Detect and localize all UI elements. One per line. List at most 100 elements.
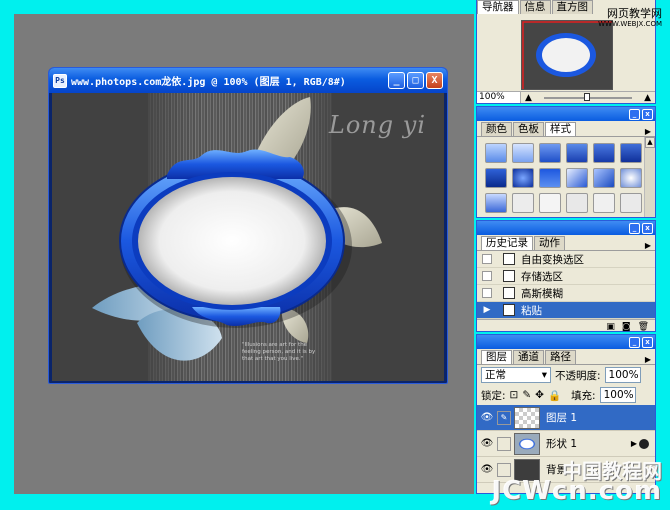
close-button[interactable]: X [426, 72, 443, 89]
document-titlebar[interactable]: Ps www.photops.com龙依.jpg @ 100% (图层 1, R… [49, 68, 447, 93]
blend-mode-select[interactable]: 正常 ▾ [481, 367, 551, 383]
document-window[interactable]: Ps www.photops.com龙依.jpg @ 100% (图层 1, R… [48, 67, 448, 384]
maximize-button[interactable]: □ [407, 72, 424, 89]
style-swatch[interactable] [593, 168, 615, 188]
tab-actions[interactable]: 动作 [534, 236, 565, 250]
history-item-label: 高斯模糊 [521, 287, 563, 300]
history-item[interactable]: 存储选区 [477, 268, 655, 285]
tab-channels[interactable]: 通道 [513, 350, 544, 364]
style-swatch[interactable] [485, 193, 507, 213]
minimize-button[interactable]: _ [388, 72, 405, 89]
style-swatch[interactable] [593, 143, 615, 163]
history-footer: ▣ ◙ 🗑 [477, 319, 655, 334]
style-swatch[interactable] [566, 143, 588, 163]
lock-brush-icon[interactable]: ✎ [522, 389, 531, 401]
new-document-icon[interactable]: ▣ [606, 322, 615, 332]
tab-styles[interactable]: 样式 [545, 122, 576, 136]
history-item-active[interactable]: ▶ 粘贴 [477, 302, 655, 319]
styles-tabs: 颜色 色板 样式 ▶ [477, 121, 655, 137]
opacity-input[interactable]: 100% [604, 367, 641, 383]
style-swatch[interactable] [539, 193, 561, 213]
tab-swatches[interactable]: 色板 [513, 122, 544, 136]
trash-icon[interactable]: 🗑 [638, 322, 649, 332]
style-swatch[interactable] [512, 168, 534, 188]
logo-text: Long yi [328, 111, 426, 139]
tab-paths[interactable]: 路径 [545, 350, 576, 364]
history-item[interactable]: 自由变换选区 [477, 251, 655, 268]
history-panel-header[interactable]: _ x [477, 221, 655, 235]
layer-row[interactable]: 👁 ✎ 图层 1 [477, 405, 655, 431]
snapshot-box[interactable] [482, 271, 492, 281]
brush-icon[interactable]: ✎ [497, 410, 511, 425]
layers-panel-header[interactable]: _ x [477, 335, 655, 349]
snapshot-box[interactable] [482, 288, 492, 298]
zoom-out-icon[interactable]: ▲ [525, 93, 532, 103]
style-swatch[interactable] [566, 193, 588, 213]
tab-info[interactable]: 信息 [519, 0, 551, 14]
new-snapshot-icon[interactable]: ◙ [622, 322, 631, 332]
blend-mode-value: 正常 [485, 369, 506, 381]
style-swatch[interactable] [539, 168, 561, 188]
eye-icon[interactable]: 👁 [477, 412, 497, 423]
zoom-value[interactable]: 100% [477, 92, 521, 103]
scroll-up-icon[interactable]: ▲ [645, 137, 655, 148]
style-swatch[interactable] [620, 193, 642, 213]
link-box[interactable] [497, 436, 511, 451]
styles-panel-header[interactable]: _ x [477, 107, 655, 121]
document-title: www.photops.com龙依.jpg @ 100% (图层 1, RGB/… [71, 77, 346, 88]
minimize-icon[interactable]: _ [629, 108, 640, 120]
style-swatch[interactable] [485, 143, 507, 163]
tab-navigator[interactable]: 导航器 [477, 0, 519, 14]
eye-icon[interactable]: 👁 [477, 438, 497, 449]
history-item-label: 自由变换选区 [521, 253, 584, 266]
style-swatch[interactable] [620, 143, 642, 163]
eye-icon[interactable]: 👁 [477, 464, 497, 475]
panel-menu-icon[interactable]: ▶ [645, 355, 651, 364]
image-canvas[interactable]: Long yi "Illusions are art for the feeli… [52, 93, 444, 381]
close-icon[interactable]: x [642, 108, 653, 120]
layers-tabs: 图层 通道 路径 ▶ [477, 349, 655, 365]
history-tabs: 历史记录 动作 ▶ [477, 235, 655, 251]
zoom-slider-knob[interactable] [583, 92, 590, 101]
panel-menu-icon[interactable]: ▶ [645, 241, 651, 250]
style-swatch[interactable] [539, 143, 561, 163]
navigator-preview[interactable] [521, 20, 613, 90]
history-item[interactable]: 高斯模糊 [477, 285, 655, 302]
layer-row[interactable]: 👁 形状 1 ▶ [477, 431, 655, 457]
tab-histogram[interactable]: 直方图 [551, 0, 593, 14]
minimize-icon[interactable]: _ [629, 222, 640, 234]
zoom-in-icon[interactable]: ▲ [644, 93, 651, 103]
history-step-icon [503, 287, 515, 299]
fill-label: 填充: [571, 389, 596, 402]
tab-history[interactable]: 历史记录 [481, 236, 533, 250]
style-swatch[interactable] [566, 168, 588, 188]
lock-all-icon[interactable]: 🔒 [548, 389, 561, 402]
tab-layers[interactable]: 图层 [481, 350, 512, 364]
frame-glass [138, 177, 326, 305]
lock-row: 锁定: ⊡ ✎ ✥ 🔒 填充: 100% [477, 385, 655, 405]
lock-transparency-icon[interactable]: ⊡ [510, 389, 519, 401]
lock-move-icon[interactable]: ✥ [535, 389, 544, 401]
zoom-slider[interactable] [543, 92, 633, 101]
style-swatch[interactable] [485, 168, 507, 188]
close-icon[interactable]: x [642, 336, 653, 348]
layer-thumbnail [514, 432, 540, 455]
close-icon[interactable]: x [642, 222, 653, 234]
minimize-icon[interactable]: _ [629, 336, 640, 348]
chevron-down-icon: ▾ [541, 369, 547, 381]
watermark-top-en: WWW.WEBJX.COM [598, 20, 662, 28]
layer-name: 图层 1 [546, 412, 578, 424]
style-swatch[interactable] [512, 193, 534, 213]
tab-color[interactable]: 颜色 [481, 122, 512, 136]
styles-scrollbar[interactable]: ▲ [644, 137, 655, 217]
snapshot-box[interactable] [482, 254, 492, 264]
history-step-icon [503, 304, 515, 316]
style-swatch[interactable] [593, 193, 615, 213]
panel-menu-icon[interactable]: ▶ [645, 127, 651, 136]
history-panel: _ x 历史记录 动作 ▶ 自由变换选区 存储选区 高斯模糊 ▶ 粘贴 ▣ ◙ … [476, 220, 656, 332]
link-box[interactable] [497, 462, 511, 477]
effects-arrow-icon[interactable]: ▶ [631, 439, 637, 448]
style-swatch[interactable] [512, 143, 534, 163]
fill-input[interactable]: 100% [599, 387, 636, 403]
style-swatch[interactable] [620, 168, 642, 188]
